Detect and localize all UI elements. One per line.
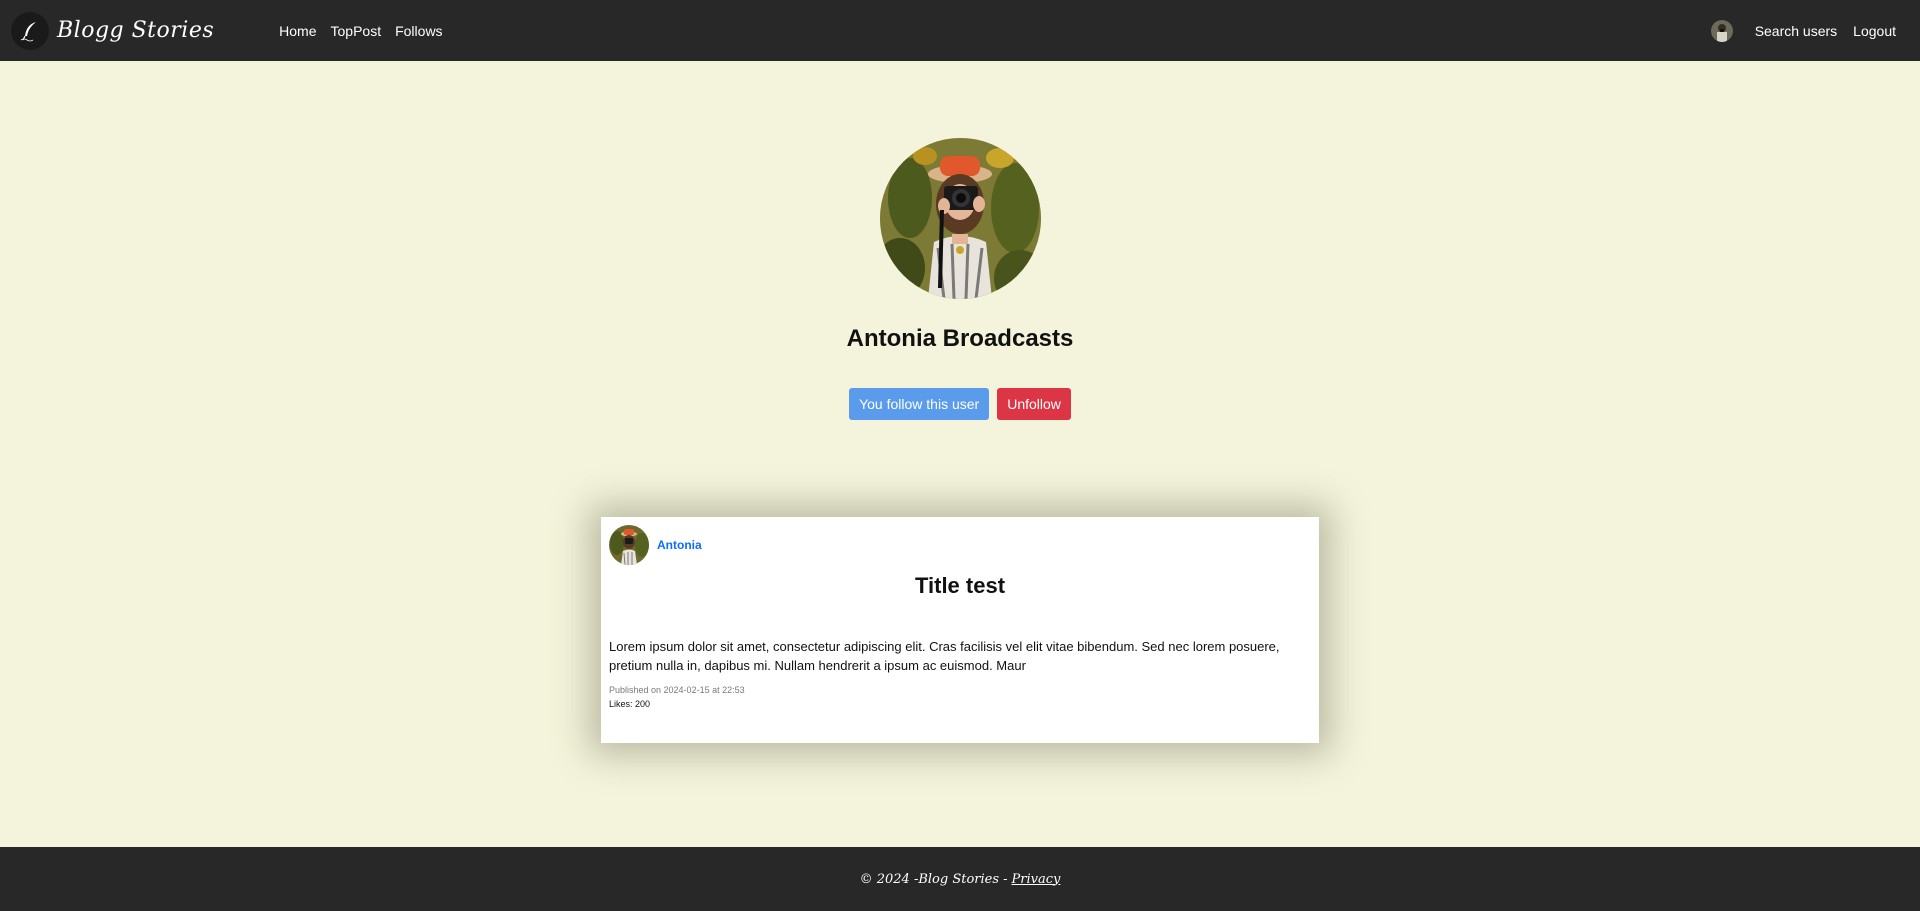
profile-avatar xyxy=(879,138,1041,299)
top-navbar: Blogg Stories Home TopPost Follows Searc… xyxy=(0,0,1920,61)
post-author-avatar[interactable] xyxy=(609,525,649,565)
post-body: Lorem ipsum dolor sit amet, consectetur … xyxy=(609,639,1280,673)
brand-link[interactable]: Blogg Stories xyxy=(11,11,215,50)
page-footer: © 2024 -Blog Stories - Privacy xyxy=(0,847,1920,911)
profile-section: Antonia Broadcasts You follow this user … xyxy=(0,138,1920,420)
current-user-avatar[interactable] xyxy=(1710,19,1733,42)
post-card: Antonia Title test Lorem ipsum dolor sit… xyxy=(601,517,1319,743)
footer-copyright: © 2024 -Blog Stories - xyxy=(859,871,1008,887)
nav-user-area: Search users Logout xyxy=(1710,19,1904,42)
post-header: Antonia xyxy=(609,525,1311,565)
brand-name: Blogg Stories xyxy=(57,18,215,43)
post-title[interactable]: Title test xyxy=(609,571,1311,601)
nav-link-follows[interactable]: Follows xyxy=(388,23,449,39)
unfollow-button[interactable]: Unfollow xyxy=(997,388,1071,420)
privacy-link[interactable]: Privacy xyxy=(1012,872,1061,887)
nav-link-toppost[interactable]: TopPost xyxy=(324,23,389,39)
feather-quill-logo-icon xyxy=(11,11,49,50)
profile-actions: You follow this user Unfollow xyxy=(849,388,1071,420)
main-nav-links: Home TopPost Follows xyxy=(272,23,449,39)
logout-link[interactable]: Logout xyxy=(1845,23,1904,39)
post-author-link[interactable]: Antonia xyxy=(657,538,702,552)
search-users-link[interactable]: Search users xyxy=(1747,23,1845,39)
nav-link-home[interactable]: Home xyxy=(272,23,323,39)
profile-name: Antonia Broadcasts xyxy=(846,325,1074,352)
following-status-button[interactable]: You follow this user xyxy=(849,388,990,420)
post-likes-count: Likes: 200 xyxy=(609,699,651,709)
post-published-date: Published on 2024-02-15 at 22:53 xyxy=(609,685,745,695)
